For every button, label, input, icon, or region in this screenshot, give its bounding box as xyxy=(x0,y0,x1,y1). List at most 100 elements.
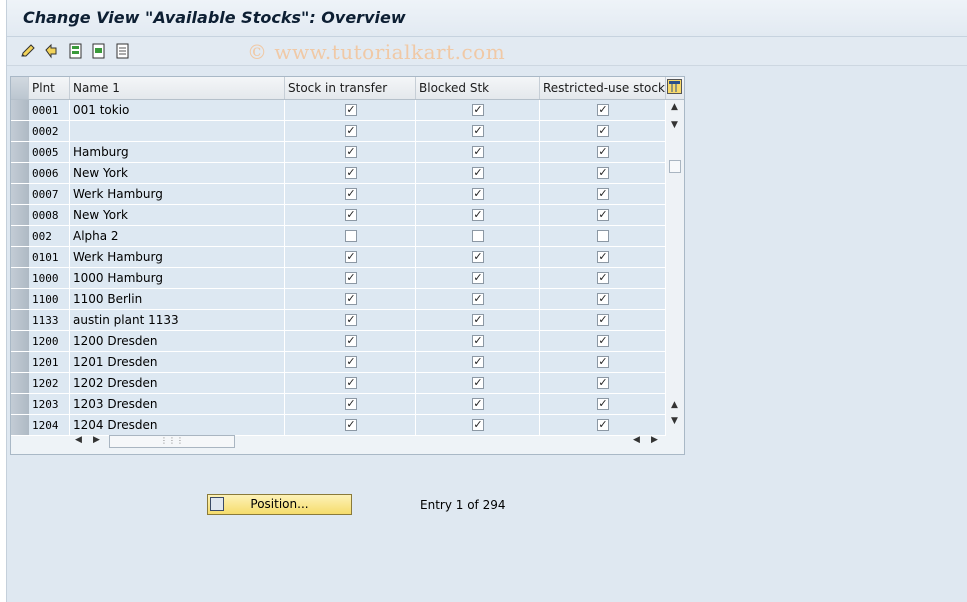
cell-name[interactable]: Alpha 2 xyxy=(70,226,285,247)
cell-plnt[interactable]: 002 xyxy=(29,226,70,247)
undo-icon[interactable] xyxy=(42,42,60,60)
blocked-checkbox[interactable]: ✓ xyxy=(472,293,484,305)
row-selector[interactable] xyxy=(11,100,29,121)
edit-icon[interactable] xyxy=(19,42,37,60)
horizontal-scrollbar[interactable]: ◀ ▶ ⋮⋮⋮ ◀ ▶ xyxy=(71,432,666,450)
cell-plnt[interactable]: 0002 xyxy=(29,121,70,142)
restricted-checkbox[interactable]: ✓ xyxy=(597,377,609,389)
cell-plnt[interactable]: 0008 xyxy=(29,205,70,226)
cell-plnt[interactable]: 1202 xyxy=(29,373,70,394)
restricted-checkbox[interactable]: ✓ xyxy=(597,251,609,263)
cell-name[interactable]: 1203 Dresden xyxy=(70,394,285,415)
column-header-restricted-use-stock[interactable]: Restricted-use stock xyxy=(540,77,666,99)
restricted-checkbox[interactable]: ✓ xyxy=(597,335,609,347)
row-selector[interactable] xyxy=(11,163,29,184)
scroll-page-down-icon[interactable]: ▼ xyxy=(671,416,678,426)
transfer-checkbox[interactable]: ✓ xyxy=(345,314,357,326)
column-header-stock-in-transfer[interactable]: Stock in transfer xyxy=(285,77,416,99)
transfer-checkbox[interactable]: ✓ xyxy=(345,356,357,368)
row-selector[interactable] xyxy=(11,247,29,268)
blocked-checkbox[interactable]: ✓ xyxy=(472,356,484,368)
row-selector[interactable] xyxy=(11,331,29,352)
scroll-far-right-icon[interactable]: ▶ xyxy=(651,435,658,445)
scroll-far-left-icon[interactable]: ◀ xyxy=(633,435,640,445)
cell-plnt[interactable]: 1201 xyxy=(29,352,70,373)
transfer-checkbox[interactable]: ✓ xyxy=(345,398,357,410)
row-selector[interactable] xyxy=(11,415,29,436)
blocked-checkbox[interactable]: ✓ xyxy=(472,209,484,221)
restricted-checkbox[interactable]: ✓ xyxy=(597,167,609,179)
cell-name[interactable]: 1100 Berlin xyxy=(70,289,285,310)
blocked-checkbox[interactable]: ✓ xyxy=(472,188,484,200)
blocked-checkbox[interactable]: ✓ xyxy=(472,398,484,410)
cell-plnt[interactable]: 0006 xyxy=(29,163,70,184)
blocked-checkbox[interactable]: ✓ xyxy=(472,377,484,389)
restricted-checkbox[interactable]: ✓ xyxy=(597,125,609,137)
select-all-rows-button[interactable] xyxy=(11,77,29,99)
row-selector[interactable] xyxy=(11,121,29,142)
blocked-checkbox[interactable]: ✓ xyxy=(472,314,484,326)
deselect-all-icon[interactable] xyxy=(114,42,132,60)
row-selector[interactable] xyxy=(11,289,29,310)
row-selector[interactable] xyxy=(11,226,29,247)
scroll-up-icon[interactable]: ▲ xyxy=(671,102,678,112)
transfer-checkbox[interactable]: ✓ xyxy=(345,272,357,284)
cell-name[interactable]: 001 tokio xyxy=(70,100,285,121)
cell-plnt[interactable]: 0001 xyxy=(29,100,70,121)
restricted-checkbox[interactable]: ✓ xyxy=(597,293,609,305)
blocked-checkbox[interactable] xyxy=(472,230,484,242)
cell-name[interactable] xyxy=(70,121,285,142)
restricted-checkbox[interactable] xyxy=(597,230,609,242)
row-selector[interactable] xyxy=(11,352,29,373)
transfer-checkbox[interactable]: ✓ xyxy=(345,167,357,179)
transfer-checkbox[interactable]: ✓ xyxy=(345,377,357,389)
scroll-down-icon[interactable]: ▼ xyxy=(671,120,678,130)
column-header-plnt[interactable]: Plnt xyxy=(29,77,70,99)
row-selector[interactable] xyxy=(11,205,29,226)
cell-plnt[interactable]: 1200 xyxy=(29,331,70,352)
row-selector[interactable] xyxy=(11,394,29,415)
blocked-checkbox[interactable]: ✓ xyxy=(472,272,484,284)
cell-name[interactable]: austin plant 1133 xyxy=(70,310,285,331)
blocked-checkbox[interactable]: ✓ xyxy=(472,251,484,263)
row-selector[interactable] xyxy=(11,373,29,394)
transfer-checkbox[interactable]: ✓ xyxy=(345,209,357,221)
cell-plnt[interactable]: 0005 xyxy=(29,142,70,163)
row-selector[interactable] xyxy=(11,268,29,289)
vertical-scrollbar[interactable]: ▲ ▼ ▲ ▼ xyxy=(666,100,684,430)
row-selector[interactable] xyxy=(11,184,29,205)
position-button[interactable]: Position... xyxy=(207,494,352,515)
cell-plnt[interactable]: 0007 xyxy=(29,184,70,205)
transfer-checkbox[interactable]: ✓ xyxy=(345,125,357,137)
restricted-checkbox[interactable]: ✓ xyxy=(597,272,609,284)
transfer-checkbox[interactable]: ✓ xyxy=(345,293,357,305)
vertical-scroll-thumb[interactable] xyxy=(669,160,681,173)
cell-name[interactable]: Werk Hamburg xyxy=(70,247,285,268)
transfer-checkbox[interactable]: ✓ xyxy=(345,188,357,200)
scroll-left-icon[interactable]: ◀ xyxy=(75,435,82,445)
cell-name[interactable]: Hamburg xyxy=(70,142,285,163)
restricted-checkbox[interactable]: ✓ xyxy=(597,314,609,326)
transfer-checkbox[interactable] xyxy=(345,230,357,242)
cell-plnt[interactable]: 1000 xyxy=(29,268,70,289)
cell-name[interactable]: Werk Hamburg xyxy=(70,184,285,205)
restricted-checkbox[interactable]: ✓ xyxy=(597,419,609,431)
cell-plnt[interactable]: 1100 xyxy=(29,289,70,310)
restricted-checkbox[interactable]: ✓ xyxy=(597,209,609,221)
blocked-checkbox[interactable]: ✓ xyxy=(472,146,484,158)
cell-name[interactable]: 1200 Dresden xyxy=(70,331,285,352)
row-selector[interactable] xyxy=(11,142,29,163)
transfer-checkbox[interactable]: ✓ xyxy=(345,251,357,263)
restricted-checkbox[interactable]: ✓ xyxy=(597,398,609,410)
blocked-checkbox[interactable]: ✓ xyxy=(472,167,484,179)
scroll-page-up-icon[interactable]: ▲ xyxy=(671,400,678,410)
select-block-icon[interactable] xyxy=(90,42,108,60)
transfer-checkbox[interactable]: ✓ xyxy=(345,146,357,158)
select-all-icon[interactable] xyxy=(67,42,85,60)
horizontal-scroll-thumb[interactable]: ⋮⋮⋮ xyxy=(109,435,235,448)
table-settings-icon[interactable] xyxy=(667,79,682,94)
cell-name[interactable]: New York xyxy=(70,205,285,226)
scroll-right-icon[interactable]: ▶ xyxy=(93,435,100,445)
cell-name[interactable]: 1202 Dresden xyxy=(70,373,285,394)
restricted-checkbox[interactable]: ✓ xyxy=(597,146,609,158)
